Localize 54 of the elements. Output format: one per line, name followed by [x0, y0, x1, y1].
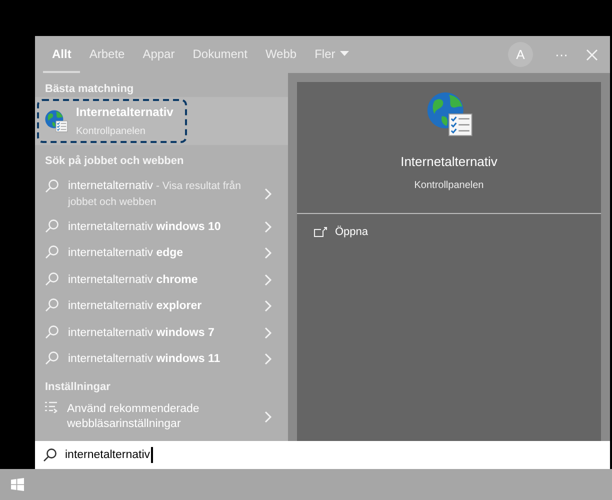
- search-suggestion[interactable]: internetalternativ edge: [35, 240, 288, 266]
- search-icon: [45, 298, 59, 312]
- suggestion-text: internetalternativ - Visa resultat från jobbet och webben: [68, 180, 241, 208]
- chevron-right-icon: [264, 353, 272, 366]
- tab[interactable]: Appar: [134, 36, 184, 73]
- close-icon[interactable]: [586, 48, 598, 60]
- tab[interactable]: Allt: [43, 36, 80, 73]
- open-window-icon: [314, 226, 327, 237]
- suggestion-text: internetalternativ edge: [68, 247, 184, 260]
- search-field[interactable]: internetalternativ: [35, 441, 610, 469]
- open-action[interactable]: Öppna: [297, 214, 386, 250]
- suggestion-text: internetalternativ chrome: [68, 274, 198, 286]
- result-title: Internetalternativ: [76, 104, 174, 121]
- search-icon: [43, 448, 57, 462]
- search-suggestion[interactable]: internetalternativ - Visa resultat från jobbet och webben: [35, 174, 288, 214]
- result-text: Använd rekommenderade webbläsarinställningar: [67, 402, 200, 432]
- chevron-right-icon: [264, 326, 272, 339]
- chevron-right-icon: [264, 274, 272, 286]
- search-icon: [45, 245, 59, 259]
- search-icon: [45, 218, 59, 232]
- search-suggestion[interactable]: internetalternativ explorer: [35, 293, 288, 320]
- suggestion-text: internetalternativ explorer: [68, 300, 202, 312]
- settings-result[interactable]: Använd rekommenderade webbläsarinställningar: [35, 399, 288, 435]
- chevron-right-icon: [264, 247, 272, 260]
- chevron-right-icon: [264, 411, 272, 423]
- suggestion-text: internetalternativ windows 10: [68, 220, 221, 233]
- section-heading: Sök på jobbet och webben: [44, 154, 185, 169]
- list-settings-icon: [45, 401, 58, 413]
- more-options-button[interactable]: ···: [555, 44, 568, 64]
- windows-logo-icon[interactable]: [11, 478, 24, 491]
- section-heading: Bästa matchning: [44, 82, 135, 97]
- globe-settings-icon: [425, 90, 473, 138]
- search-suggestion[interactable]: internetalternativ windows 11: [35, 346, 288, 372]
- preview-subtitle: Kontrollpanelen: [414, 178, 484, 192]
- search-icon: [45, 324, 59, 338]
- tab[interactable]: Arbete: [80, 36, 134, 73]
- suggestion-text: internetalternativ windows 11: [68, 353, 220, 366]
- tab[interactable]: Fler: [306, 36, 358, 73]
- chevron-right-icon: [264, 188, 272, 200]
- search-suggestion[interactable]: internetalternativ windows 7: [35, 320, 288, 346]
- suggestion-text: internetalternativ windows 7: [68, 326, 214, 339]
- search-suggestion[interactable]: internetalternativ windows 10: [35, 214, 288, 240]
- account-avatar[interactable]: A: [508, 42, 533, 67]
- globe-settings-icon: [44, 109, 68, 133]
- chevron-right-icon: [264, 220, 272, 233]
- search-icon: [45, 272, 59, 286]
- search-suggestion[interactable]: internetalternativ chrome: [35, 266, 288, 293]
- tab[interactable]: Webb: [256, 36, 306, 73]
- section-heading: Inställningar: [44, 380, 112, 394]
- preview-title: Internetalternativ: [400, 153, 498, 171]
- search-icon: [45, 178, 59, 192]
- chevron-right-icon: [264, 300, 272, 312]
- search-icon: [45, 351, 59, 365]
- tab[interactable]: Dokument: [184, 36, 256, 73]
